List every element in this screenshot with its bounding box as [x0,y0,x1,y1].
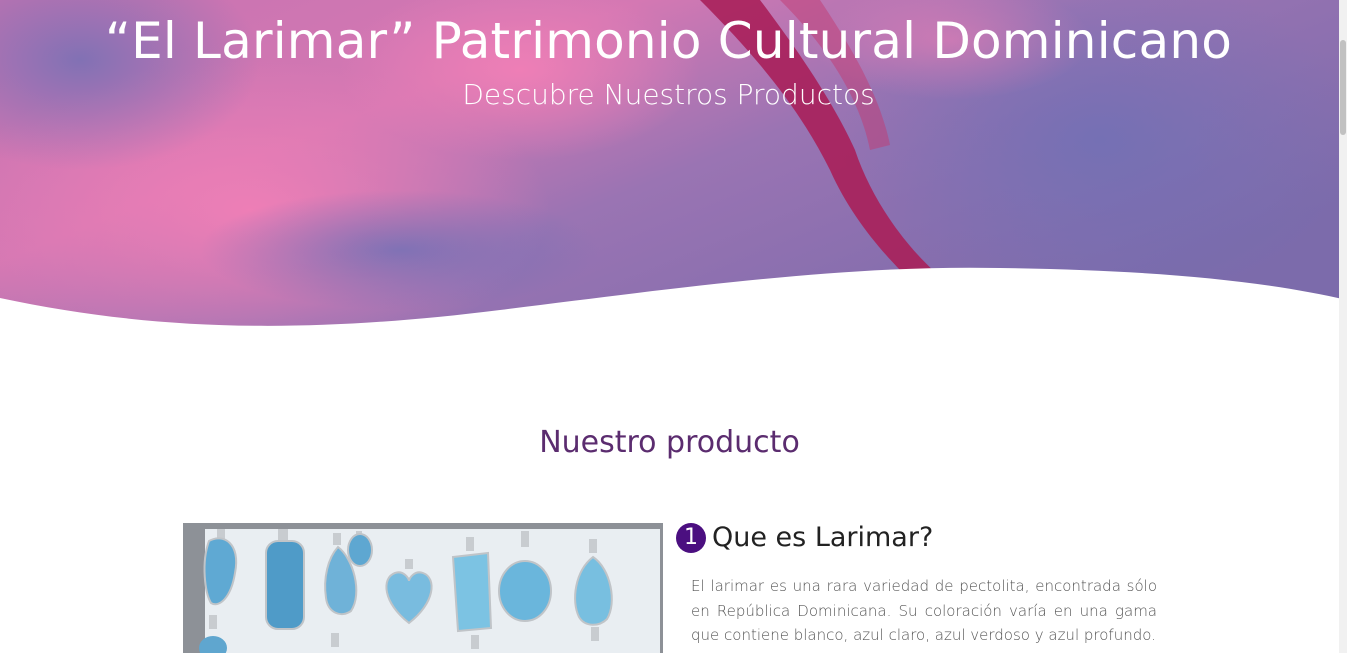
pendant-2 [265,529,305,630]
larimar-pendants-image [183,523,663,653]
feature-description: El larimar es una rara variedad de pecto… [691,577,1157,644]
scrollbar-thumb[interactable] [1340,40,1346,135]
hero-subtitle: Descubre Nuestros Productos [462,78,875,111]
feature-number-badge: 1 [676,523,706,553]
hero-title: “El Larimar” Patrimonio Cultural Dominic… [104,12,1233,70]
feature-title: Que es Larimar? [712,522,934,553]
section-title: Nuestro producto [539,425,800,460]
hero-banner: “El Larimar” Patrimonio Cultural Dominic… [0,0,1347,330]
page-scrollbar[interactable] [1339,0,1347,653]
larimar-pendants-photo [183,523,663,653]
